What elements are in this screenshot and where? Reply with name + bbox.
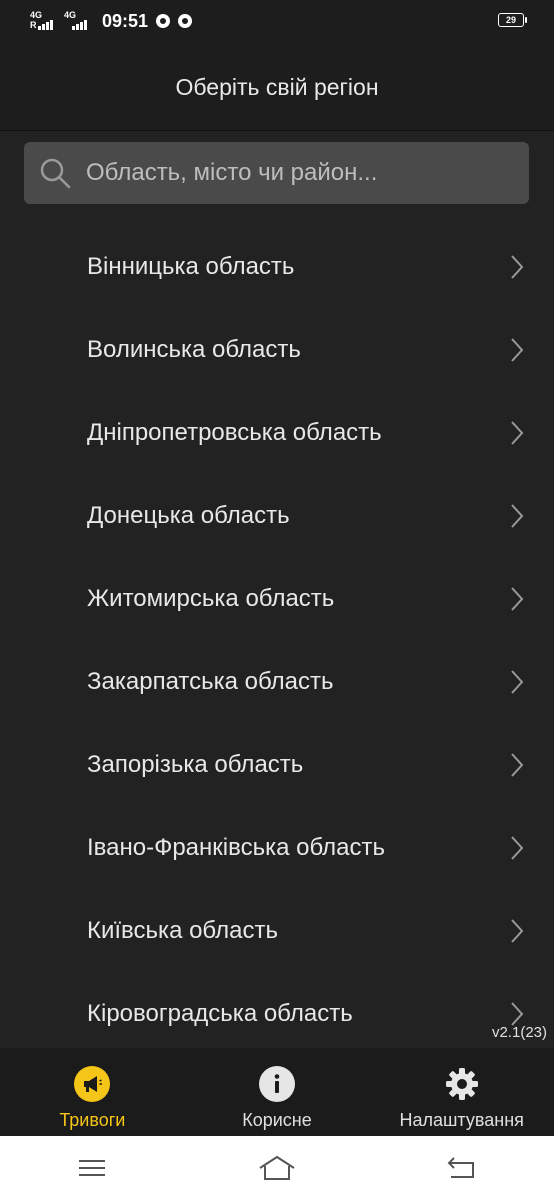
chevron-right-icon [511,669,524,694]
status-bar: 4G R 4G 09:51 29 [0,0,554,44]
chevron-right-icon [511,1001,524,1026]
battery-level: 29 [505,15,516,25]
network-type-label: 4G [30,10,43,20]
app-header: Оберіть свій регіон [0,44,554,131]
region-label: Волинська область [87,335,301,363]
chevron-right-icon [511,337,524,362]
tab-settings[interactable]: Налаштування [369,1048,554,1136]
menu-icon [79,1160,106,1176]
region-item[interactable]: Дніпропетровська область [0,391,554,474]
signal-1-icon: 4G R [30,10,62,32]
tab-useful-label: Корисне [242,1110,312,1130]
region-label: Донецька область [87,501,290,529]
region-label: Житомирська область [87,584,335,612]
region-item[interactable]: Житомирська область [0,557,554,640]
region-item[interactable]: Донецька область [0,474,554,557]
chevron-right-icon [511,586,524,611]
home-icon [259,1155,295,1180]
region-label: Запорізька область [87,750,304,778]
search-input[interactable] [86,142,516,204]
region-item[interactable]: Запорізька область [0,723,554,806]
tab-alerts-label: Тривоги [59,1110,126,1130]
page-title: Оберіть свій регіон [175,73,379,100]
region-label: Вінницька область [87,252,295,280]
region-label: Дніпропетровська область [87,418,382,446]
region-item[interactable]: Київська область [0,889,554,972]
version-label: v2.1(23) [491,1024,547,1041]
region-label: Закарпатська область [87,667,334,695]
region-label: Кіровоградська область [87,999,353,1027]
gear-icon [445,1068,478,1100]
tab-alerts[interactable]: Тривоги [0,1048,185,1136]
chevron-right-icon [511,503,524,528]
region-label: Івано-Франківська область [87,833,386,861]
chevron-right-icon [511,918,524,943]
region-list[interactable]: Вінницька область Волинська область Дніп… [0,225,554,1047]
tab-useful[interactable]: Корисне [185,1048,370,1136]
region-item[interactable]: Вінницька область [0,225,554,308]
info-icon [259,1066,295,1102]
signal-2-icon: 4G [64,10,96,32]
chevron-right-icon [511,420,524,445]
region-item[interactable]: Волинська область [0,308,554,391]
megaphone-icon [74,1066,111,1102]
search-box[interactable] [24,142,529,204]
region-item[interactable]: Івано-Франківська область [0,806,554,889]
region-item[interactable]: Кіровоградська область [0,972,554,1047]
region-label: Київська область [87,916,278,944]
chevron-right-icon [511,752,524,777]
roaming-label: R [30,20,37,30]
back-icon [447,1157,474,1178]
tab-bar: Тривоги Корисне Налаштування [0,1048,554,1136]
network-type-label: 4G [64,10,77,20]
region-item[interactable]: Закарпатська область [0,640,554,723]
viber-icon [156,14,171,28]
system-nav-bar [0,1136,554,1200]
battery-icon: 29 [498,13,527,27]
status-left: 4G R 4G 09:51 [30,10,200,32]
status-time: 09:51 [102,10,149,31]
chevron-right-icon [511,254,524,279]
tab-settings-label: Налаштування [399,1110,524,1130]
chevron-right-icon [511,835,524,860]
telegram-icon [178,14,193,28]
back-button[interactable] [442,1153,482,1183]
home-button[interactable] [257,1153,297,1183]
search-icon [40,158,71,189]
menu-button[interactable] [72,1153,112,1183]
